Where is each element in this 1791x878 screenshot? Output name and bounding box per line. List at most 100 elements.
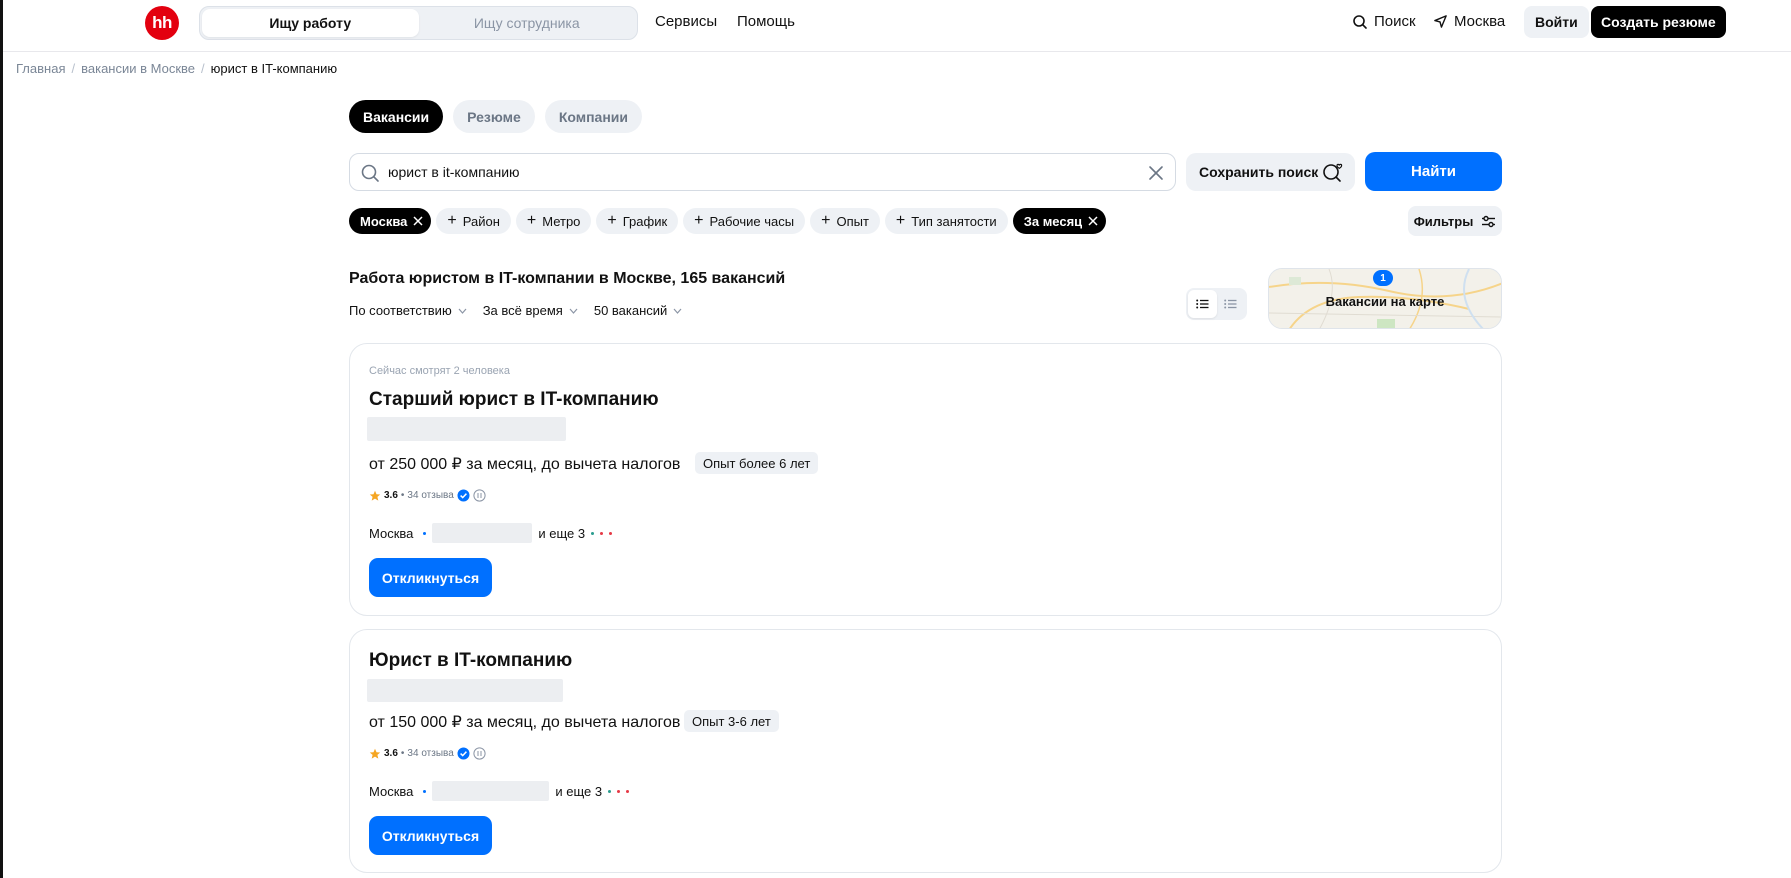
close-icon[interactable] [1088,216,1098,226]
breadcrumb-separator: / [71,61,76,76]
window-edge [0,0,3,878]
location-city: Москва [369,783,414,799]
breadcrumb-current: юрист в IT-компанию [210,61,338,76]
plus-icon: + [607,212,617,229]
top-header: hh Ищу работу Ищу сотрудника Сервисы Пом… [3,0,1791,52]
chip-employment-type[interactable]: + Тип занятости [884,208,1008,234]
save-search-button[interactable]: Сохранить поиск [1186,153,1355,191]
results-title: Работа юристом в IT-компании в Москве, 1… [349,270,786,287]
map-pin-count: 1 [1380,272,1386,284]
vacancy-location: Москва и еще 3 [369,523,613,543]
tab-vacancies[interactable]: Вакансии [349,100,444,133]
employer-rating[interactable]: 3.6 • 34 отзыва [369,489,486,502]
location-city: Москва [369,525,414,541]
rating-separator: • [400,490,405,501]
location-more: и еще 3 [555,783,603,799]
metro-dot [423,789,427,793]
find-button[interactable]: Найти [1365,152,1502,191]
chevron-down-icon [458,308,467,314]
verified-icon [457,747,470,760]
plus-icon: + [526,212,537,229]
chip-experience[interactable]: + Опыт [810,208,880,234]
it-accreditation-icon [473,747,486,760]
vacancy-salary: от 150 000 ₽ за месяц, до вычета налогов [369,714,681,731]
sort-label: 50 вакансий [593,303,668,318]
apply-button[interactable]: Откликнуться [369,558,492,597]
search-icon [1353,14,1367,29]
plus-icon: + [821,212,831,229]
rating-value: 3.6 [384,490,398,501]
breadcrumb-home[interactable]: Главная [16,61,65,76]
filters-label: Фильтры [1413,213,1474,229]
employer-rating[interactable]: 3.6 • 34 отзыва [369,747,486,760]
chip-district[interactable]: + Район [436,208,511,234]
chip-label: График [622,213,668,229]
vacancy-salary: от 250 000 ₽ за месяц, до вычета налогов [369,456,681,473]
chip-period-label: За месяц [1023,213,1083,229]
metro-dot [423,531,427,535]
apply-button[interactable]: Откликнуться [369,816,492,855]
chip-metro[interactable]: + Метро [515,208,592,234]
star-icon [369,490,381,501]
chip-label: Район [462,213,500,229]
vacancy-title[interactable]: Юрист в IT-компанию [369,650,572,672]
breadcrumb: Главная / вакансии в Москве / юрист в IT… [16,61,337,76]
sort-label: За всё время [482,303,563,318]
compact-list-icon [1224,299,1237,309]
chip-period[interactable]: За месяц [1012,208,1107,234]
experience-badge: Опыт 3-6 лет [684,710,779,732]
verified-icon [457,489,470,502]
search-icon [361,164,379,182]
company-name-hidden [367,679,563,702]
chip-work-hours[interactable]: + Рабочие часы [683,208,806,234]
tab-resumes[interactable]: Резюме [453,100,535,133]
search-input[interactable]: юрист в it-компанию [349,153,1176,191]
chip-city-label: Москва [360,213,408,229]
seg-job-seeker[interactable]: Ищу работу [202,9,419,37]
chevron-down-icon [569,308,578,314]
metro-dot [608,789,612,793]
header-city[interactable]: Москва [1433,13,1505,30]
sort-per-page[interactable]: 50 вакансий [594,303,682,318]
close-icon[interactable] [413,216,423,226]
location-more: и еще 3 [538,525,586,541]
rating-separator: • [400,748,405,759]
chip-schedule[interactable]: + График [596,208,679,234]
vacancy-location: Москва и еще 3 [369,781,630,801]
metro-dot [600,531,604,535]
plus-icon: + [447,212,457,229]
nav-help[interactable]: Помощь [737,13,795,30]
seg-employer[interactable]: Ищу сотрудника [419,9,636,37]
map-card[interactable]: 1 Вакансии на карте [1268,268,1502,329]
nav-services[interactable]: Сервисы [655,13,717,30]
view-list-button[interactable] [1188,290,1217,318]
role-switch: Ищу работу Ищу сотрудника [199,6,638,40]
plus-icon: + [895,212,906,229]
vacancy-title[interactable]: Старший юрист в IT-компанию [369,389,659,411]
chip-city[interactable]: Москва [349,208,432,234]
sort-label: По соответствию [349,303,452,318]
search-type-tabs: Вакансии Резюме Компании [349,100,642,133]
map-pin-marker: 1 [1373,270,1393,286]
view-toggle [1186,288,1247,320]
chevron-down-icon [673,308,682,314]
vacancy-card[interactable]: Сейчас смотрят 2 человека Старший юрист … [349,343,1502,616]
metro-dot [609,531,613,535]
close-icon[interactable] [1147,164,1165,182]
sort-relevance[interactable]: По соответствию [349,303,467,318]
hh-logo[interactable]: hh [145,6,179,40]
sort-period[interactable]: За всё время [483,303,578,318]
login-button[interactable]: Войти [1524,6,1589,38]
sliders-icon [1482,215,1496,227]
filters-button[interactable]: Фильтры [1408,206,1502,236]
header-city-label: Москва [1454,13,1506,30]
breadcrumb-vacancies-moscow[interactable]: вакансии в Москве [81,61,195,76]
metro-dot [626,789,630,793]
map-label: Вакансии на карте [1325,294,1445,309]
header-search[interactable]: Поиск [1352,13,1416,30]
tab-companies[interactable]: Компании [544,100,642,133]
address-hidden [432,781,550,801]
view-compact-button[interactable] [1217,290,1246,318]
vacancy-card[interactable]: Юрист в IT-компанию от 150 000 ₽ за меся… [349,629,1502,873]
create-resume-button[interactable]: Создать резюме [1591,6,1726,38]
